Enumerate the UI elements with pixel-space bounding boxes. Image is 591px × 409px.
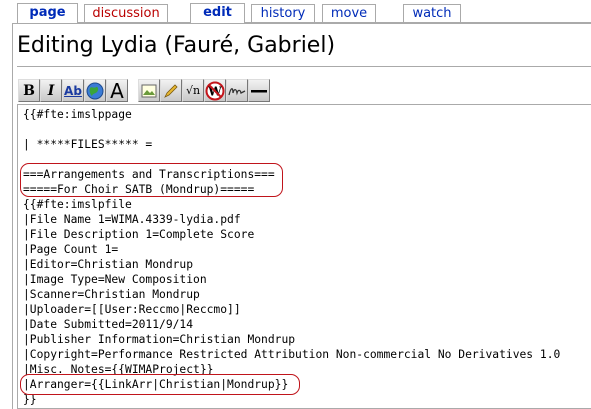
pencil-icon [164,83,178,98]
tab-edit[interactable]: edit [190,3,245,23]
editor-line: |Image Type=New Composition [23,273,207,286]
tab-page[interactable]: page [17,3,78,23]
editor-line: {{#fte:imslpfile [23,198,132,211]
editor-line: {{#fte:imslppage [23,108,132,121]
tab-history[interactable]: history [251,4,315,22]
bold-icon: B [23,82,35,99]
nowiki-icon: W [205,81,225,100]
page-tabs: page discussion edit history move watch [0,0,591,24]
tab-discussion[interactable]: discussion [84,4,168,22]
italic-button[interactable]: I [40,79,62,102]
tab-watch[interactable]: watch [403,4,461,22]
editor-line: }} [23,393,37,406]
nowiki-button[interactable]: W [204,79,226,102]
external-link-button[interactable] [84,79,106,102]
internal-link-button[interactable]: Ab [62,79,84,102]
media-link-button[interactable] [160,79,182,102]
editor-line: |Editor=Christian Mondrup [23,258,194,271]
math-icon: √n [185,84,201,97]
editor-line: |Uploader=[[User:Reccmo|Reccmo]] [23,303,241,316]
headline-button[interactable]: A [106,79,128,102]
editor-line: =====For Choir SATB (Mondrup)===== [23,183,255,196]
signature-button[interactable] [226,79,248,102]
title-divider [17,66,591,67]
horizontal-line-icon [251,89,267,92]
tab-move[interactable]: move [322,4,376,22]
italic-icon: I [47,82,55,99]
editor-line: |Scanner=Christian Mondrup [23,288,200,301]
editor-line: |File Name 1=WIMA.4339-lydia.pdf [23,213,241,226]
embedded-image-button[interactable] [138,79,160,102]
horizontal-line-button[interactable] [248,79,270,102]
editor-line: | *****FILES***** = [23,138,153,151]
wikitext-editor[interactable]: {{#fte:imslppage | *****FILES***** = ===… [17,104,591,409]
globe-icon [86,82,104,99]
math-formula-button[interactable]: √n [182,79,204,102]
editor-line: |Arranger={{LinkArr|Christian|Mondrup}} [23,378,289,391]
signature-icon [228,87,246,96]
editor-line: |Date Submitted=2011/9/14 [23,318,194,331]
headline-icon: A [110,78,124,103]
editor-line: |Copyright=Performance Restricted Attrib… [23,348,561,361]
internal-link-icon: Ab [64,83,82,98]
image-icon [141,84,157,97]
editor-line: |Publisher Information=Christian Mondrup [23,333,296,346]
editor-line: |Page Count 1= [23,243,119,256]
bold-button[interactable]: B [18,79,40,102]
editor-line: |Misc. Notes={{WIMAProject}} [23,363,214,376]
editor-line: ===Arrangements and Transcriptions=== [23,168,275,181]
page-title: Editing Lydia (Fauré, Gabriel) [17,33,336,58]
editor-line: |File Description 1=Complete Score [23,228,255,241]
